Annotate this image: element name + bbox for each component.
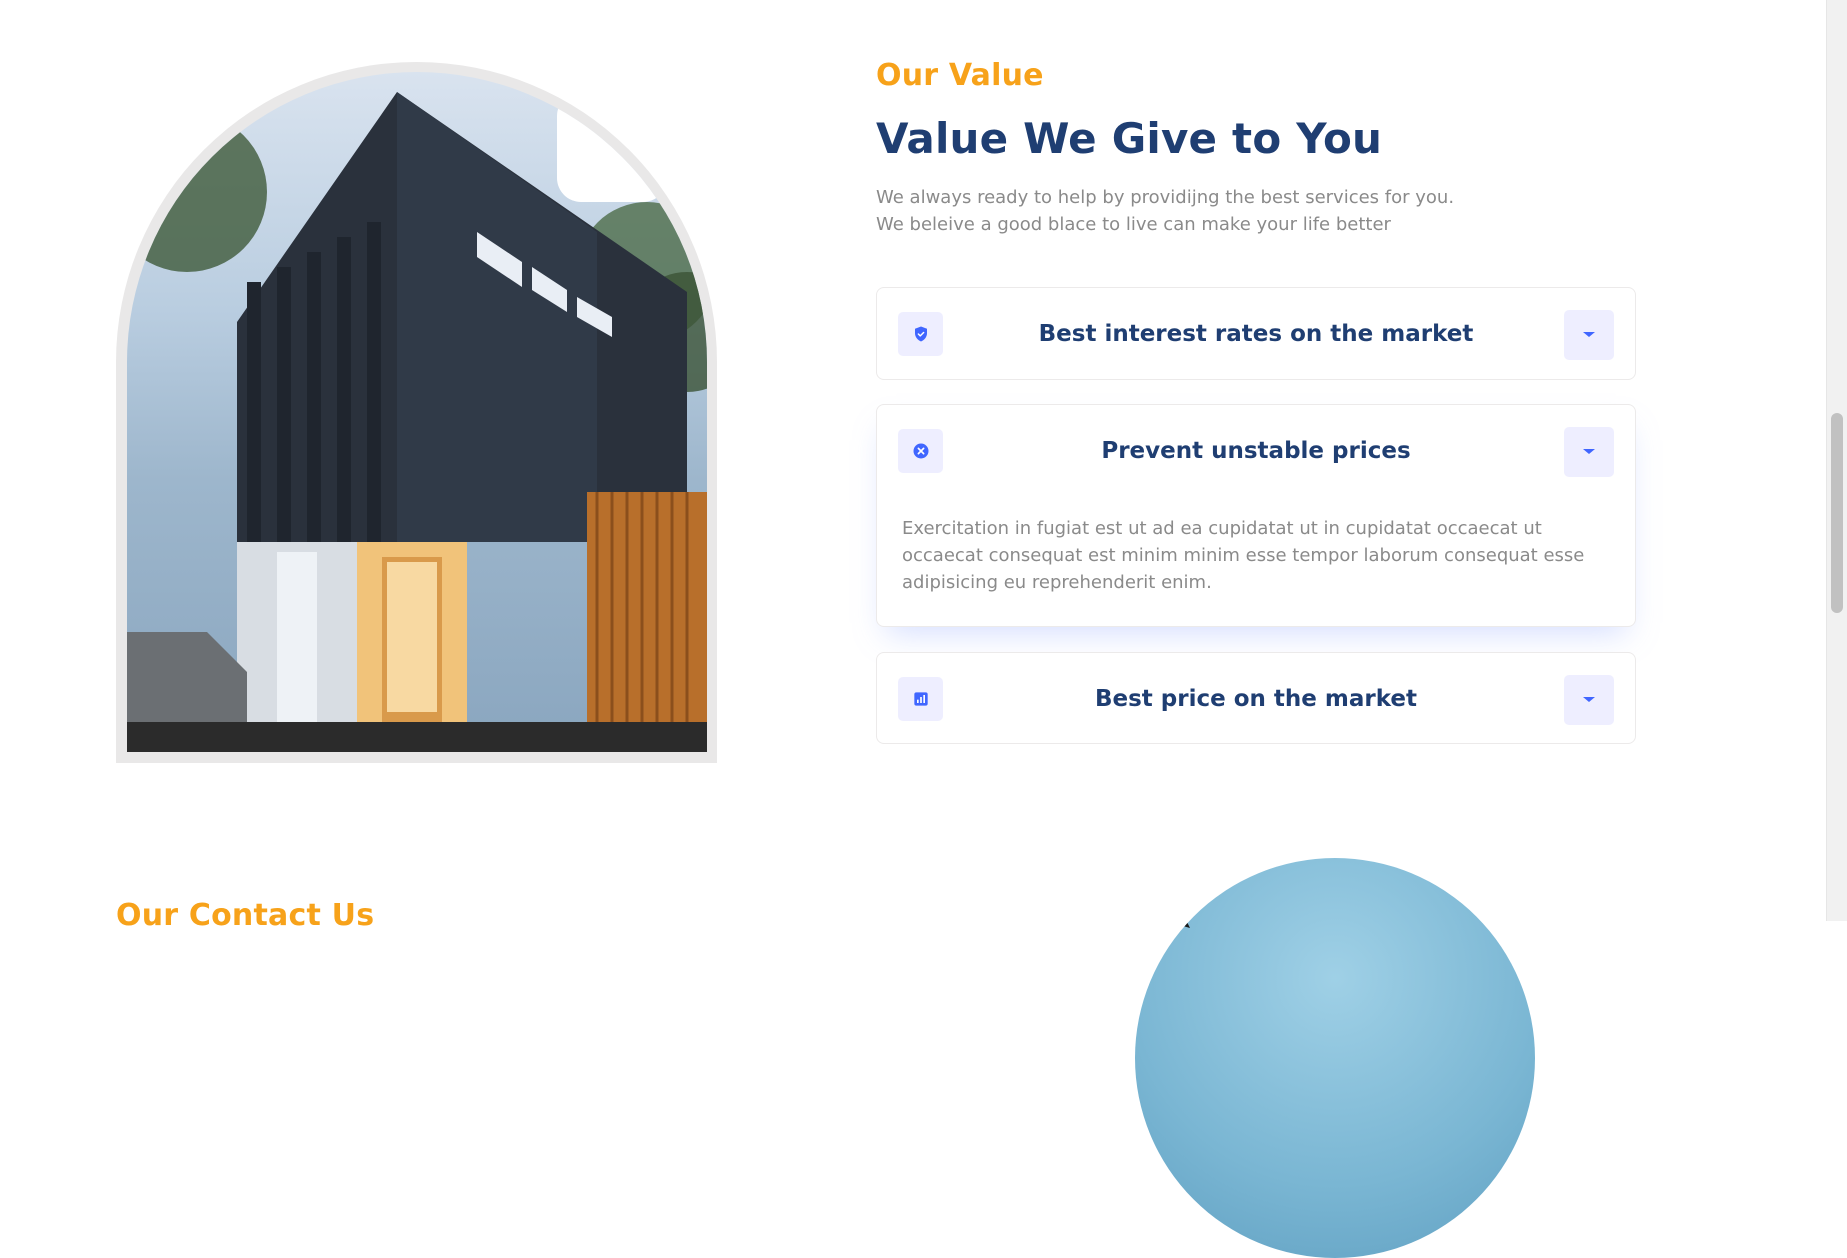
accordion-title: Prevent unstable prices (1101, 438, 1411, 464)
scrollbar-thumb[interactable] (1831, 413, 1843, 613)
accordion-item-unstable-prices[interactable]: Prevent unstable prices Exercitation in … (876, 404, 1636, 627)
contact-image (1135, 858, 1535, 1258)
accordion-header[interactable]: Best interest rates on the market (877, 288, 1635, 380)
accordion-title: Best interest rates on the market (1038, 321, 1474, 347)
accordion-body-text: Exercitation in fugiat est ut ad ea cupi… (902, 518, 1585, 593)
chevron-down-icon (1583, 697, 1595, 702)
accordion-toggle-button[interactable] (1564, 427, 1614, 477)
chevron-down-icon (1583, 332, 1595, 337)
section-subtitle: We always ready to help by providijng th… (876, 184, 1496, 238)
page-scrollbar[interactable] (1826, 0, 1847, 921)
shield-check-icon (898, 312, 943, 356)
section-title: Value We Give to You (876, 114, 1383, 163)
subtitle-line-1: We always ready to help by providijng th… (876, 187, 1455, 208)
accordion-item-best-price[interactable]: Best price on the market (876, 652, 1636, 744)
accordion-header[interactable]: Best price on the market (877, 653, 1635, 745)
subtitle-line-2: We beleive a good blace to live can make… (876, 214, 1391, 235)
accordion-title: Best price on the market (1094, 686, 1417, 712)
accordion-toggle-button[interactable] (1564, 310, 1614, 360)
close-circle-icon (898, 429, 943, 473)
chevron-down-icon (1583, 449, 1595, 454)
accordion-header[interactable]: Prevent unstable prices (877, 405, 1635, 497)
accordion-item-interest-rates[interactable]: Best interest rates on the market (876, 287, 1636, 380)
section-eyebrow: Our Value (876, 58, 1044, 93)
accordion-toggle-button[interactable] (1564, 675, 1614, 725)
contact-section-eyebrow: Our Contact Us (116, 898, 375, 933)
bar-chart-icon (898, 677, 943, 721)
modern-house-image (127, 72, 707, 752)
